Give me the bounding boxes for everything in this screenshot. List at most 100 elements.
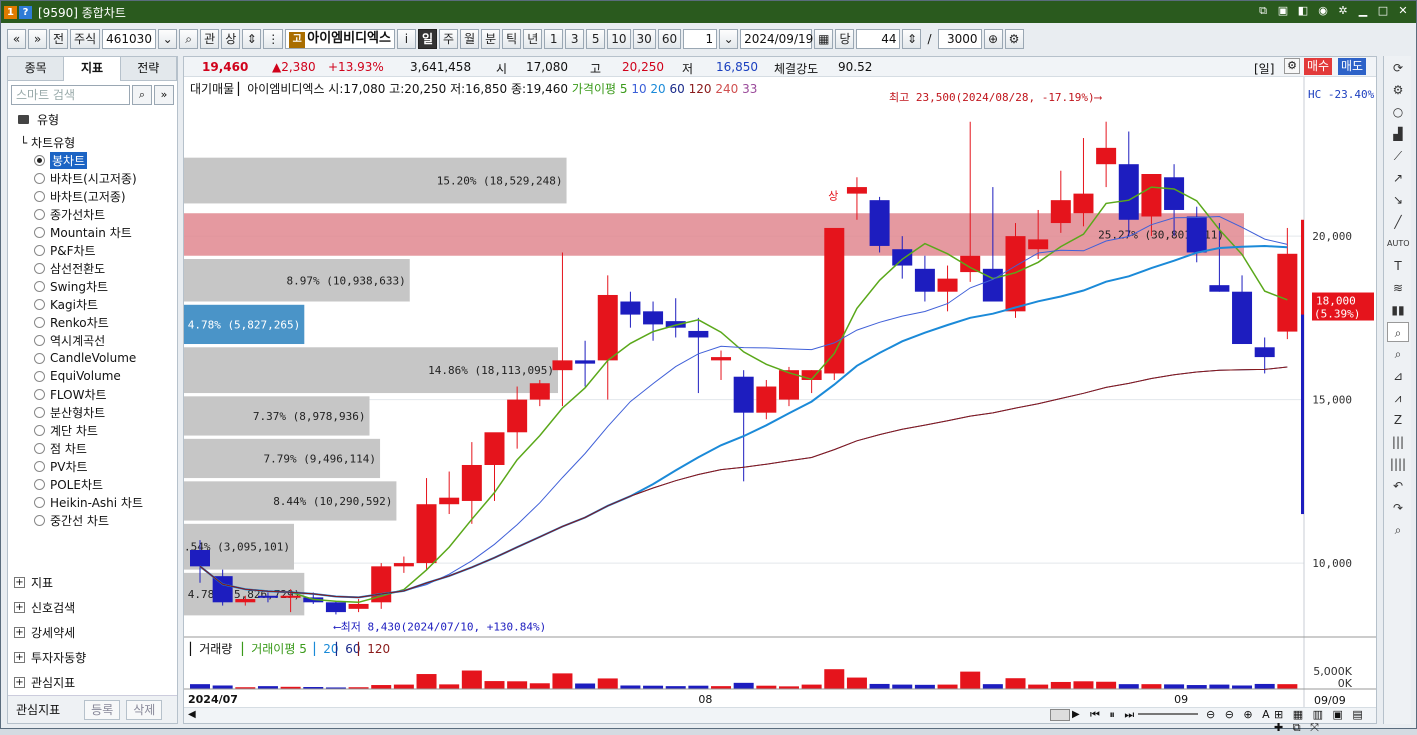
playback-controls[interactable]: ⏮ ⏸ ⏭ <box>1090 708 1137 722</box>
chart-type-item[interactable]: 바차트(시고저종) <box>34 169 177 187</box>
chart-type-item[interactable]: Swing차트 <box>34 277 177 295</box>
radio-icon[interactable] <box>34 370 45 382</box>
undo-icon[interactable]: ↶ <box>1387 476 1409 496</box>
chart-type-item[interactable]: PV차트 <box>34 457 177 475</box>
all-button[interactable]: 전 <box>49 29 69 49</box>
minute-10-button[interactable]: 10 <box>607 29 631 49</box>
fibonacci-icon[interactable]: ≋ <box>1387 278 1409 298</box>
maximize-icon[interactable]: □ <box>1376 4 1390 18</box>
radio-icon[interactable] <box>34 334 45 346</box>
radio-icon[interactable] <box>34 388 45 400</box>
circle-icon[interactable]: ○ <box>1387 102 1409 122</box>
chart-type-item[interactable]: 계단 차트 <box>34 421 177 439</box>
radio-icon[interactable] <box>34 316 45 328</box>
redo-icon[interactable]: ↷ <box>1387 498 1409 518</box>
refresh-icon[interactable]: ⟳ <box>1387 58 1409 78</box>
radio-icon[interactable] <box>34 352 45 364</box>
info-button[interactable]: i <box>396 29 416 49</box>
watch-button[interactable]: 관 <box>200 29 220 49</box>
period-year-button[interactable]: 년 <box>523 29 543 49</box>
capture-icon[interactable]: ◉ <box>1316 4 1330 18</box>
updown-stepper-icon[interactable]: ⇕ <box>242 29 262 49</box>
radio-icon[interactable] <box>34 172 45 184</box>
new-window-icon[interactable]: ◧ <box>1296 4 1310 18</box>
market-select[interactable]: 주식 <box>70 29 101 49</box>
chart-type-item[interactable]: Renko차트 <box>34 313 177 331</box>
stock-code-input[interactable]: 461030 <box>102 29 157 49</box>
radio-icon[interactable] <box>34 280 45 292</box>
chart-type-item[interactable]: Heikin-Ashi 차트 <box>34 493 177 511</box>
text-icon[interactable]: T <box>1387 256 1409 276</box>
settings-gear-icon[interactable]: ⚙ <box>1387 80 1409 100</box>
copy-icon[interactable]: ▣ <box>1276 4 1290 18</box>
more-icon[interactable]: ⋮ <box>263 29 284 49</box>
buy-button[interactable]: 매수 <box>1304 58 1333 75</box>
chart-type-item[interactable]: CandleVolume <box>34 349 177 367</box>
chart-type-item[interactable]: 점 차트 <box>34 439 177 457</box>
stock-name-field[interactable]: 고 아이엠비디엑스 <box>285 29 395 49</box>
count-stepper-icon[interactable]: ⇕ <box>902 29 922 49</box>
tab-stocks[interactable]: 종목 <box>8 57 65 81</box>
scroll-left-icon[interactable]: ◀ <box>188 709 196 720</box>
expand-icon[interactable]: » <box>154 85 174 105</box>
radio-icon[interactable] <box>34 514 45 526</box>
tab-indicators[interactable]: 지표 <box>64 57 121 81</box>
minute-30-button[interactable]: 30 <box>632 29 656 49</box>
radio-icon[interactable] <box>34 478 45 490</box>
scroll-right-icon[interactable]: ▶ <box>1072 709 1080 720</box>
chart-settings-icon[interactable]: ⚙ <box>1284 58 1300 74</box>
chart-type-item[interactable]: FLOW차트 <box>34 385 177 403</box>
minute-5-button[interactable]: 5 <box>586 29 606 49</box>
chart-type-icon[interactable]: ▟ <box>1387 124 1409 144</box>
link-icon[interactable]: ⧉ <box>1256 4 1270 18</box>
smart-search-input[interactable]: 스마트 검색 <box>11 85 130 105</box>
tab-strategy[interactable]: 전략 <box>120 57 177 81</box>
chart-type-item[interactable]: 중간선 차트 <box>34 511 177 529</box>
section-investor-trend[interactable]: + 투자자동향 <box>14 645 174 670</box>
auto-icon[interactable]: AUTO <box>1387 234 1410 254</box>
chart-type-item[interactable]: Kagi차트 <box>34 295 177 313</box>
chart-type-item[interactable]: POLE차트 <box>34 475 177 493</box>
radio-icon[interactable] <box>34 244 45 256</box>
search-zoom-icon[interactable]: ⌕ <box>1387 520 1409 540</box>
radio-icon[interactable] <box>34 460 45 472</box>
section-favorite-indicators[interactable]: + 관심지표 <box>14 670 174 695</box>
screen-number-badge[interactable]: 1 <box>4 5 17 19</box>
chart-type-item[interactable]: 분산형차트 <box>34 403 177 421</box>
settings-icon[interactable]: ✲ <box>1336 4 1350 18</box>
horizontal-scrollbar[interactable]: ◀ ▶ ⏮ ⏸ ⏭ ⊖ ⊖ ⊕ A ⊞ ▦ ▥ ▣ ▤ ✚ ⧉ ⤧ <box>184 707 1376 734</box>
close-icon[interactable]: ✕ <box>1396 4 1410 18</box>
chart-type-item[interactable]: 바차트(고저종) <box>34 187 177 205</box>
register-button[interactable]: 등록 <box>84 699 121 720</box>
chart-type-item[interactable]: EquiVolume <box>34 367 177 385</box>
minute-3-button[interactable]: 3 <box>565 29 585 49</box>
radio-icon[interactable] <box>34 190 45 202</box>
period-minute-button[interactable]: 분 <box>481 29 501 49</box>
period-month-button[interactable]: 월 <box>460 29 480 49</box>
period-day-button[interactable]: 일 <box>417 29 438 49</box>
display-count-input[interactable]: 44 <box>856 29 901 49</box>
chart-type-item[interactable]: 종가선차트 <box>34 205 177 223</box>
zoom-icon[interactable]: ⌕ <box>1387 322 1409 342</box>
magnify-icon[interactable]: ⌕ <box>1387 344 1409 364</box>
delete-button[interactable]: 삭제 <box>126 699 163 720</box>
chart-area[interactable]: 19,460 ▲2,380 +13.93% 3,641,458 시 17,080… <box>183 56 1377 734</box>
period-week-button[interactable]: 주 <box>439 29 459 49</box>
segment-icon[interactable]: ↘ <box>1387 190 1409 210</box>
z-icon[interactable]: Z <box>1387 410 1409 430</box>
search-icon[interactable]: ⌕ <box>132 85 152 105</box>
current-button[interactable]: 당 <box>835 29 855 49</box>
radio-icon[interactable] <box>34 262 45 274</box>
chart-type-item[interactable]: P&F차트 <box>34 241 177 259</box>
toolbar-settings-icon[interactable]: ⚙ <box>1004 29 1024 49</box>
chart-type-item[interactable]: 삼선전환도 <box>34 259 177 277</box>
chart-type-item[interactable]: 역시계곡선 <box>34 331 177 349</box>
line-icon[interactable]: ╱ <box>1387 212 1409 232</box>
chart-type-item[interactable]: Mountain 차트 <box>34 223 177 241</box>
candlestick-chart[interactable]: 15.20% (18,529,248)25.27% (30,801,911)8.… <box>184 77 1376 725</box>
unit-select[interactable]: 1 <box>683 29 718 49</box>
view-option-icons[interactable]: ⊞ ▦ ▥ ▣ ▤ ✚ ⧉ ⤧ <box>1274 708 1376 735</box>
section-signal-search[interactable]: + 신호검색 <box>14 595 174 620</box>
ray-line-icon[interactable]: ↗ <box>1387 168 1409 188</box>
section-indicators[interactable]: + 지표 <box>14 570 174 595</box>
